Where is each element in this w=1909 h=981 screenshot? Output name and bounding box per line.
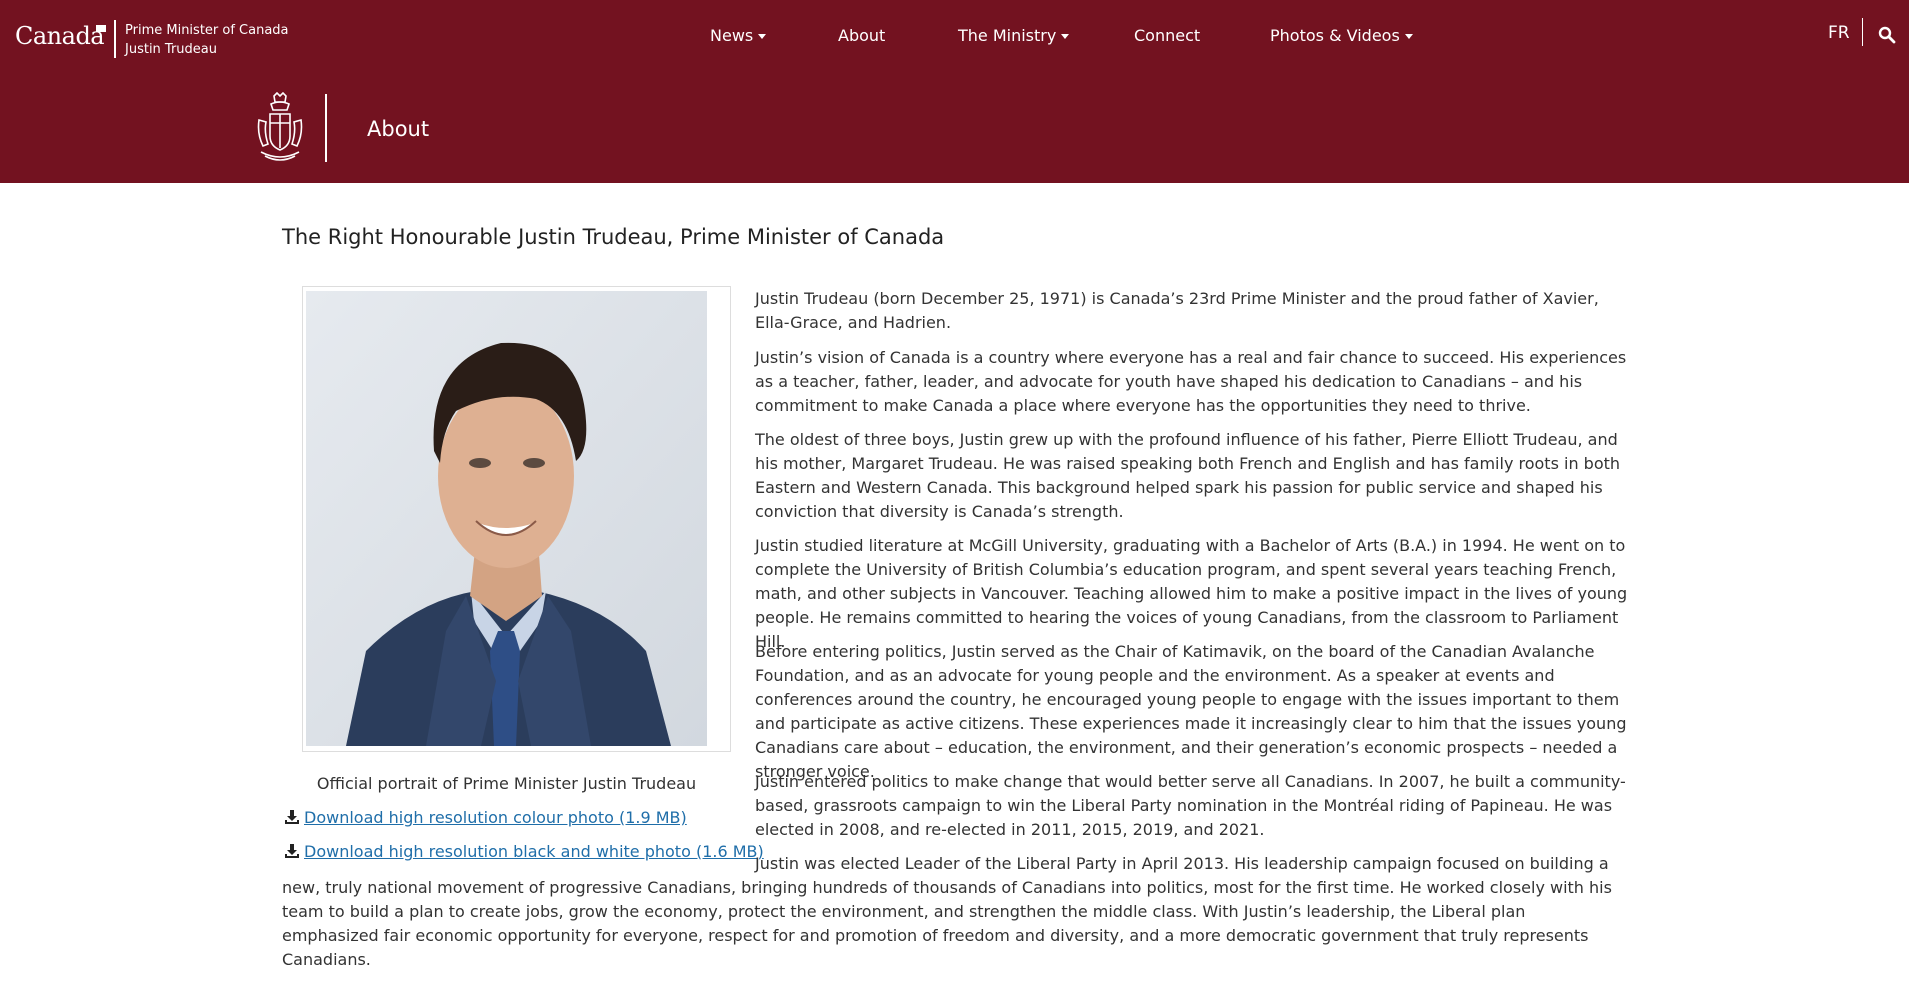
site-header: Canada Prime Minister of Canada Justin T… [0,0,1909,183]
nav-the-ministry[interactable]: The Ministry [958,26,1070,45]
nav-about-label: About [838,26,886,45]
bio-paragraph-3: The oldest of three boys, Justin grew up… [755,430,1621,521]
download-colour-label: Download high resolution colour photo (1… [304,808,687,827]
language-toggle[interactable]: FR [1828,23,1850,43]
section-divider [325,94,327,162]
nav-connect-label: Connect [1134,26,1201,45]
bio-paragraph-5: Before entering politics, Justin served … [755,642,1627,781]
pm-title-line2: Justin Trudeau [125,42,217,57]
official-portrait-image[interactable] [306,291,707,746]
portrait-caption: Official portrait of Prime Minister Just… [316,774,697,793]
nav-news-label: News [710,26,754,45]
nav-about[interactable]: About [838,26,885,45]
caret-down-icon [1061,34,1070,39]
canada-wordmark[interactable]: Canada [15,22,107,50]
page-title: The Right Honourable Justin Trudeau, Pri… [282,225,945,249]
nav-ministry-label: The Ministry [958,26,1057,45]
download-icon [285,810,299,824]
bio-paragraph-4: Justin studied literature at McGill Univ… [755,536,1628,651]
nav-connect[interactable]: Connect [1134,26,1200,45]
bio-paragraph-2: Justin’s vision of Canada is a country w… [755,348,1627,415]
language-divider [1862,18,1863,46]
search-icon[interactable] [1878,26,1896,44]
download-colour-photo-link[interactable]: Download high resolution colour photo (1… [284,808,687,827]
bio-paragraph-1: Justin Trudeau (born December 25, 1971) … [755,289,1599,332]
coat-of-arms-icon [257,92,303,161]
wordmark-text: Canada [15,22,105,50]
caret-down-icon [758,34,767,39]
caret-down-icon [1404,34,1413,39]
flag-icon [96,25,107,32]
header-divider [114,20,116,58]
nav-photos-videos[interactable]: Photos & Videos [1270,26,1413,45]
bio-paragraph-7: Justin was elected Leader of the Liberal… [282,854,1612,969]
pm-title-line1: Prime Minister of Canada [125,23,289,38]
bio-paragraph-6: Justin entered politics to make change t… [755,772,1626,839]
pm-title[interactable]: Prime Minister of Canada Justin Trudeau [125,21,289,59]
section-title: About [367,117,430,141]
nav-photos-label: Photos & Videos [1270,26,1400,45]
nav-news[interactable]: News [710,26,767,45]
